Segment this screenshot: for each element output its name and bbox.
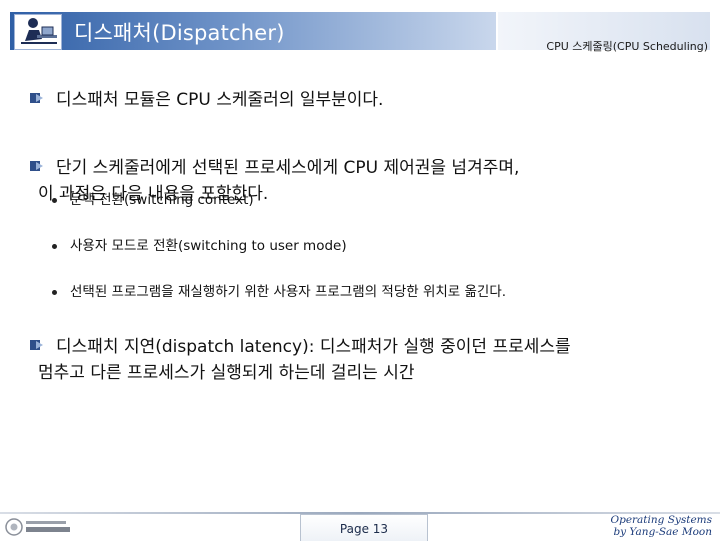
arrow-bullet-icon (30, 339, 44, 351)
arrow-bullet-icon (30, 160, 44, 172)
bullet-text-line: 디스패처 모듈은 CPU 스케줄러의 일부분이다. (56, 90, 384, 110)
bullet-text-line: 단기 스케줄러에게 선택된 프로세스에게 CPU 제어권을 넘겨주며, (56, 158, 520, 178)
page-number: Page 13 (300, 514, 428, 541)
sub-list-item: 문맥 전환(switching context) (52, 189, 506, 219)
sub-list-item: 선택된 프로그램을 재실행하기 위한 사용자 프로그램의 적당한 위치로 옮긴다… (52, 281, 506, 311)
dot-bullet-icon (52, 290, 57, 295)
sub-list-item: 사용자 모드로 전환(switching to user mode) (52, 235, 506, 265)
sub-list: 문맥 전환(switching context) 사용자 모드로 전환(swit… (52, 189, 506, 311)
bullet-text-line: 멈추고 다른 프로세스가 실행되게 하는데 걸리는 시간 (38, 363, 415, 383)
person-at-desk-icon (14, 14, 62, 50)
university-logo-icon (4, 515, 72, 539)
author-name: by Yang-Sae Moon (613, 526, 712, 538)
dot-bullet-icon (52, 244, 57, 249)
dot-bullet-icon (52, 198, 57, 203)
course-name: Operating Systems (610, 514, 712, 526)
arrow-bullet-icon (30, 92, 44, 104)
footer-credit: Operating Systems by Yang-Sae Moon (610, 514, 712, 538)
bullet-item: 디스패치 지연(dispatch latency): 디스패처가 실행 중이던 … (30, 334, 571, 386)
sub-list-text: 선택된 프로그램을 재실행하기 위한 사용자 프로그램의 적당한 위치로 옮긴다… (70, 284, 507, 300)
sub-list-text: 사용자 모드로 전환(switching to user mode) (70, 238, 347, 254)
bullet-text-line: 디스패치 지연(dispatch latency): 디스패처가 실행 중이던 … (56, 337, 571, 357)
sub-list-text: 문맥 전환(switching context) (70, 192, 254, 208)
bullet-item: 디스패처 모듈은 CPU 스케줄러의 일부분이다. (30, 87, 383, 113)
slide-subtitle: CPU 스케줄링(CPU Scheduling) (546, 40, 708, 53)
slide-title: 디스패처(Dispatcher) (74, 21, 285, 45)
